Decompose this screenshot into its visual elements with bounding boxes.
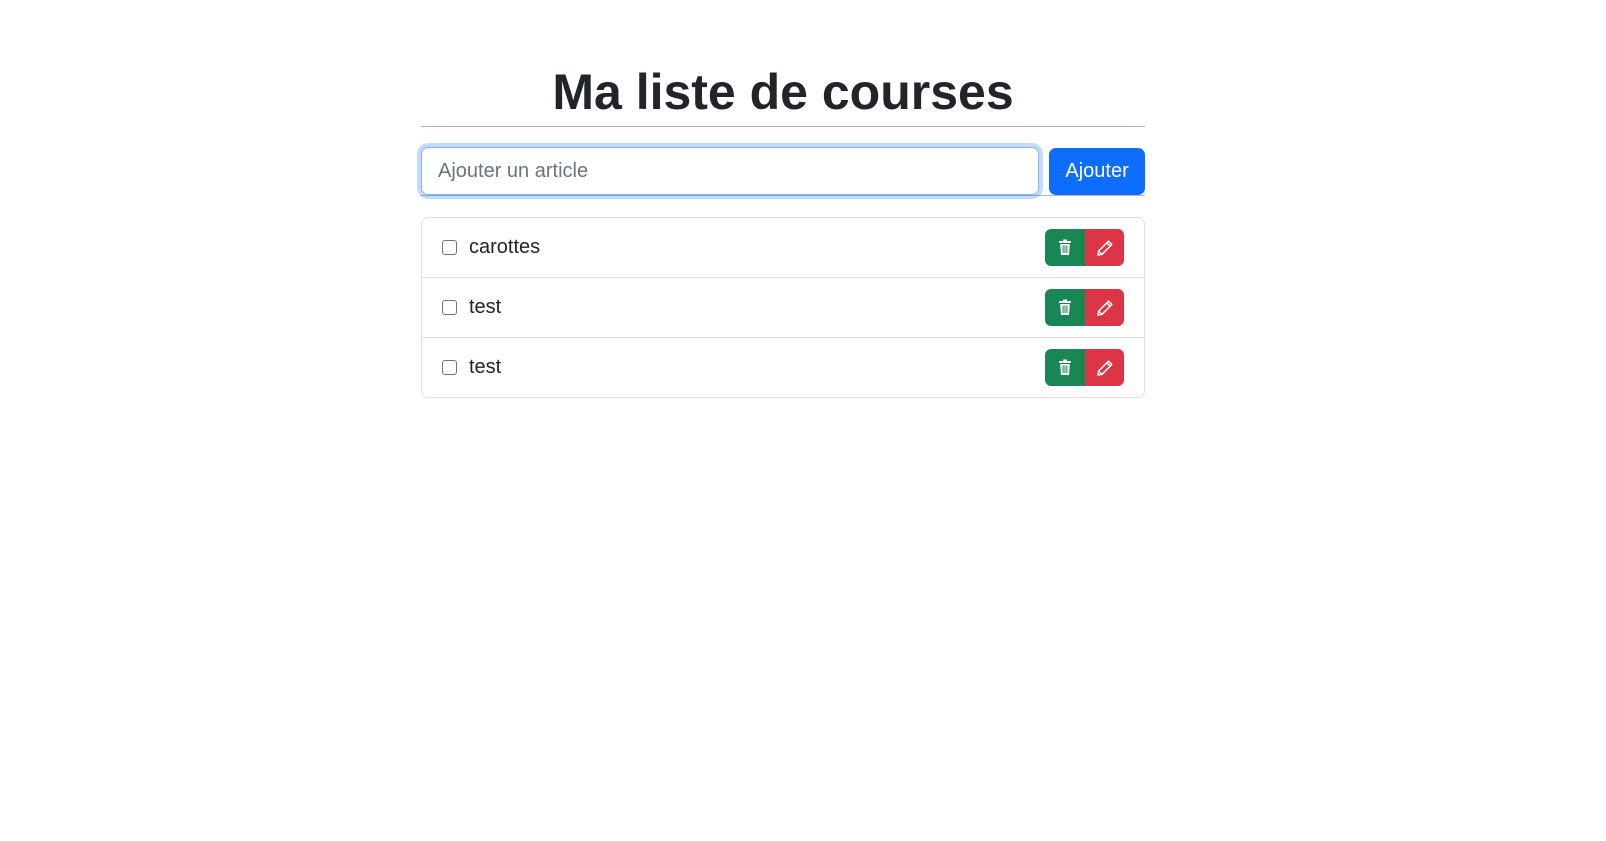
delete-button[interactable] <box>1045 229 1085 266</box>
page-title: Ma liste de courses <box>552 64 1014 120</box>
add-item-form: Ajouter <box>421 147 1145 195</box>
pencil-icon <box>1096 299 1113 316</box>
shopping-list: carottes test test <box>421 217 1145 398</box>
trash-icon <box>1059 299 1071 315</box>
item-checkbox[interactable] <box>442 300 457 315</box>
divider-top <box>421 126 1145 127</box>
edit-button[interactable] <box>1085 229 1124 266</box>
item-label: carottes <box>469 236 541 258</box>
list-item: carottes <box>422 218 1144 277</box>
item-actions <box>1045 349 1124 386</box>
item-checkbox[interactable] <box>442 240 457 255</box>
edit-button[interactable] <box>1085 289 1124 326</box>
item-actions <box>1045 289 1124 326</box>
trash-icon <box>1059 359 1071 375</box>
delete-button[interactable] <box>1045 289 1085 326</box>
add-button[interactable]: Ajouter <box>1049 147 1145 195</box>
app-container: Ma liste de courses Ajouter carottes <box>421 0 1145 398</box>
divider-bottom <box>421 195 1145 196</box>
pencil-icon <box>1096 359 1113 376</box>
edit-button[interactable] <box>1085 349 1124 386</box>
item-label: test <box>469 356 502 378</box>
list-item: test <box>422 277 1144 337</box>
list-item: test <box>422 337 1144 397</box>
pencil-icon <box>1096 239 1113 256</box>
delete-button[interactable] <box>1045 349 1085 386</box>
item-checkbox[interactable] <box>442 360 457 375</box>
trash-icon <box>1059 239 1071 255</box>
item-label: test <box>469 296 502 318</box>
add-item-input[interactable] <box>421 147 1040 195</box>
item-actions <box>1045 229 1124 266</box>
